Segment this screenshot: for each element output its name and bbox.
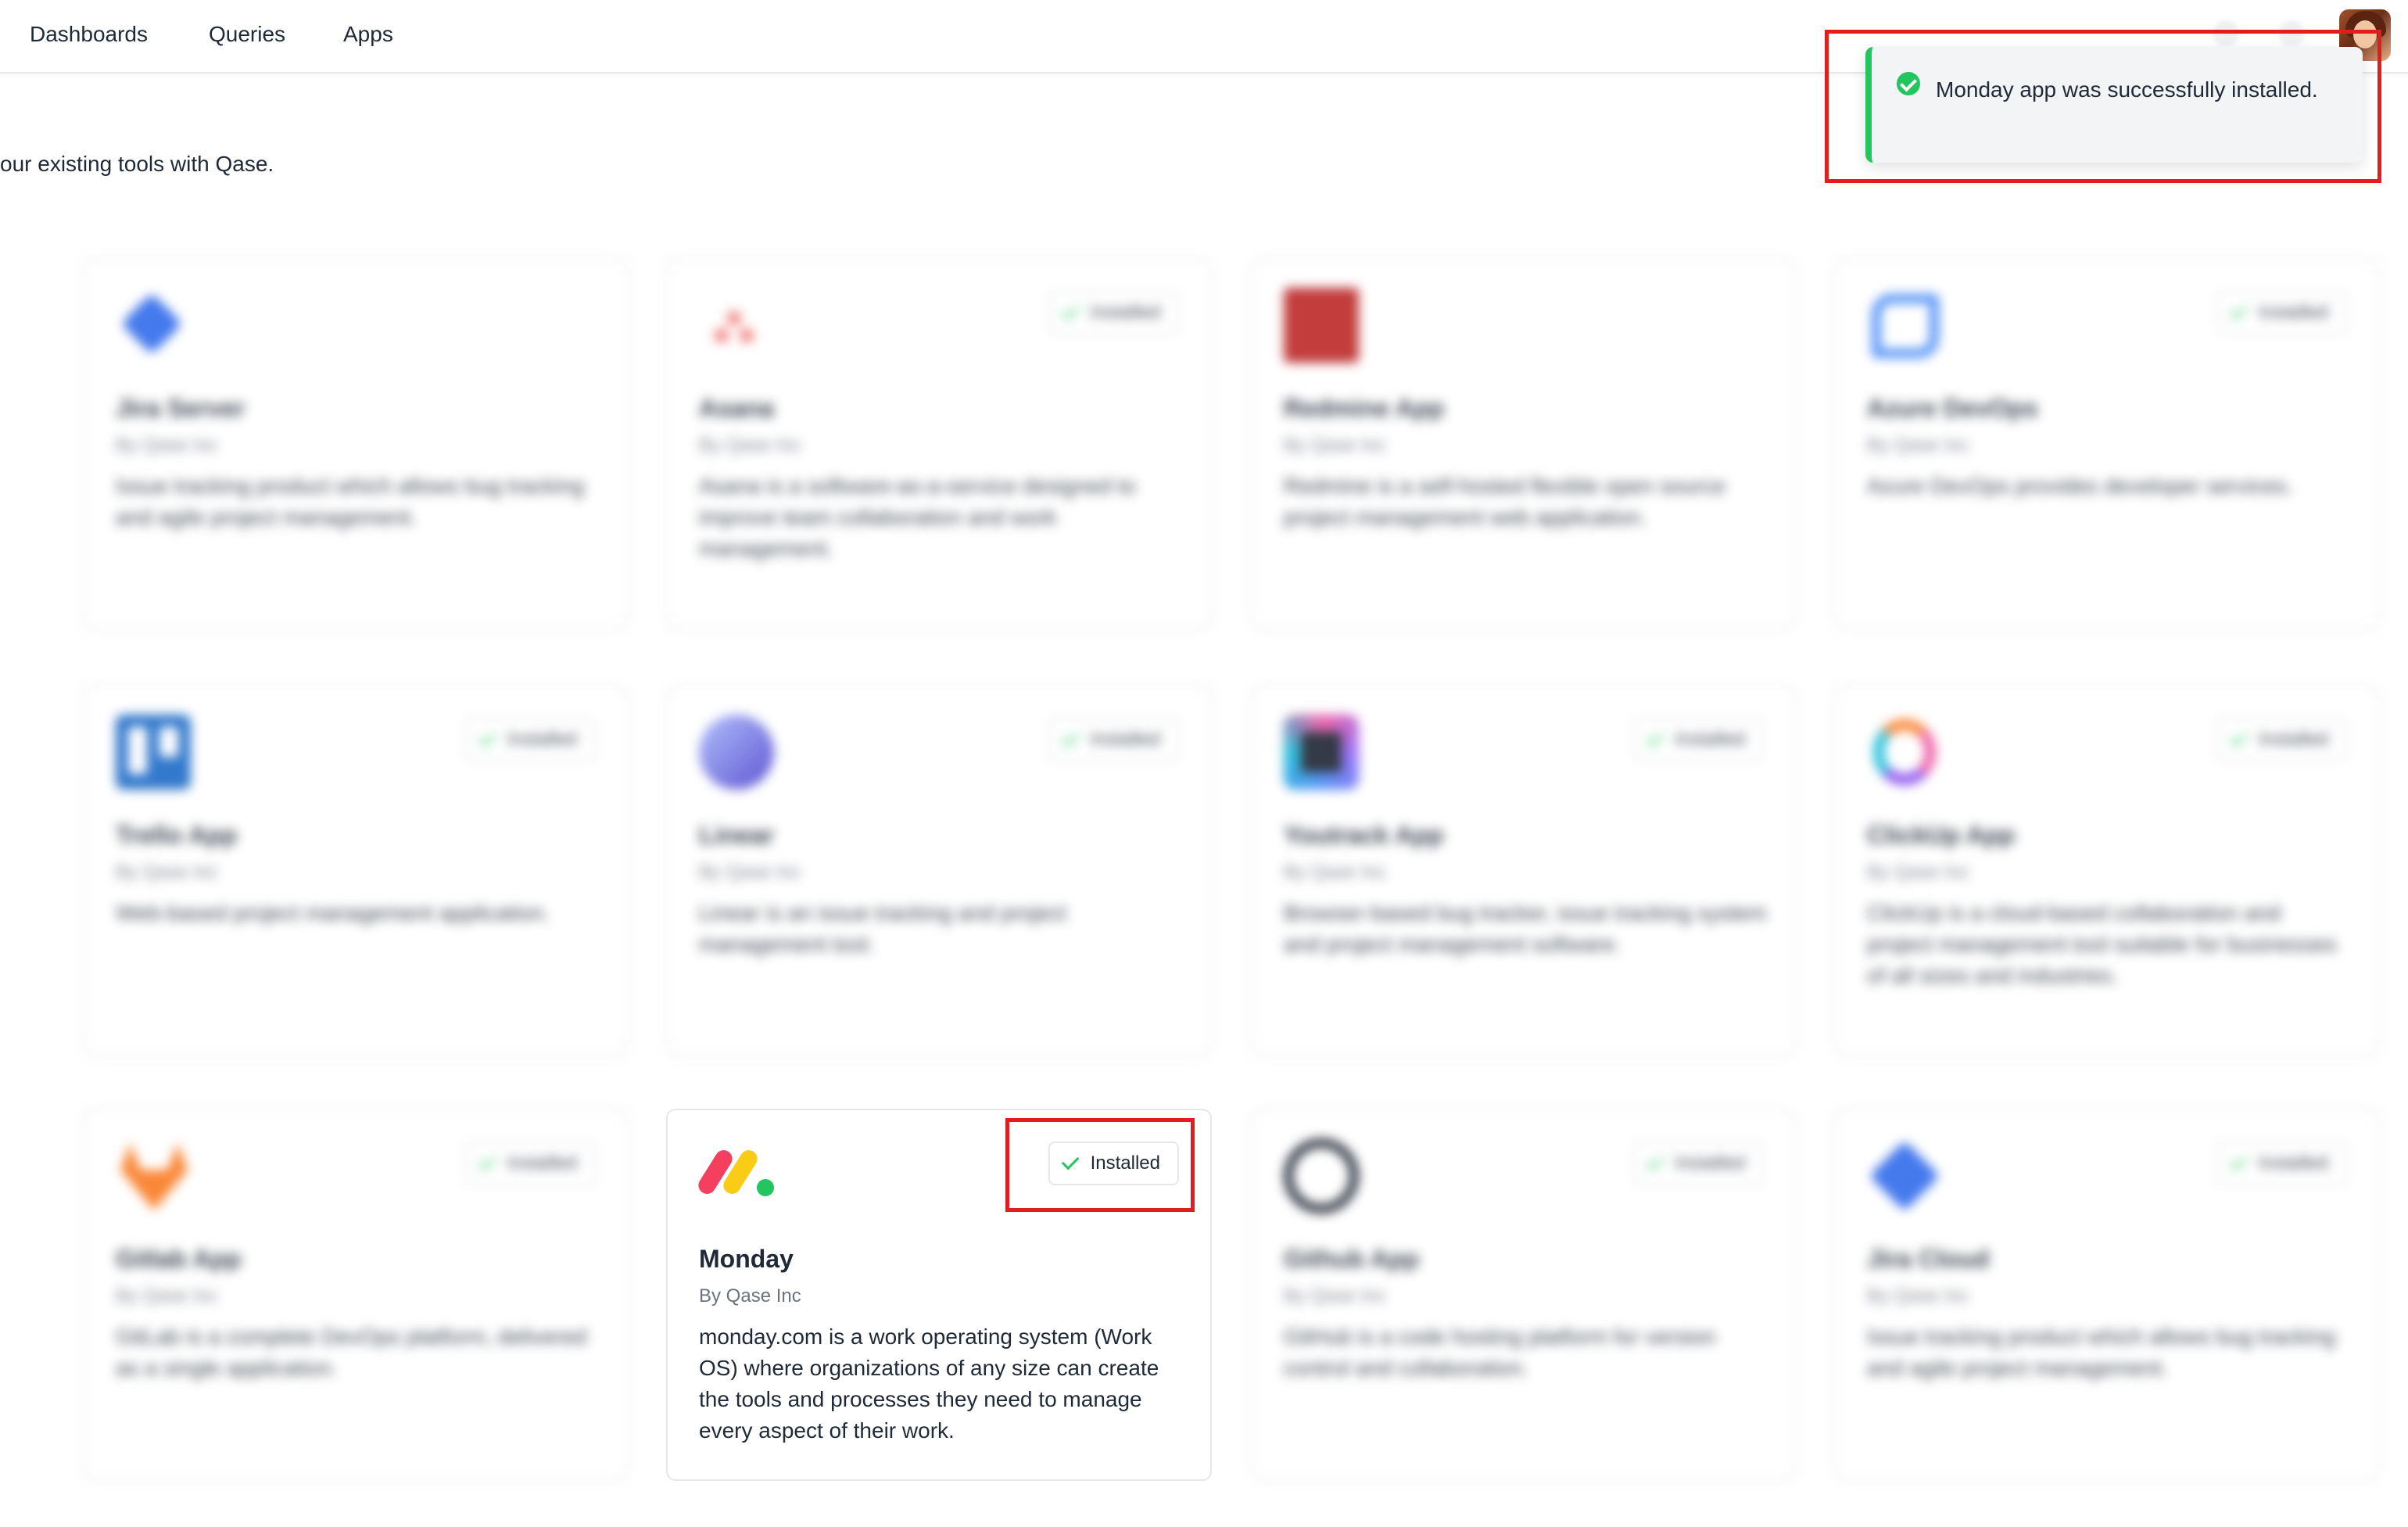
installed-badge: Installed [1632,1142,1764,1185]
installed-badge: Installed [1048,291,1179,335]
redmine-logo [1284,288,1362,366]
app-name: Redmine App [1284,394,1445,422]
app-card-linear[interactable]: Installed Linear By Qase Inc Linear is a… [666,685,1212,1057]
app-description: GitHub is a code hosting platform for ve… [1284,1324,1716,1380]
app-name: Trello App [116,821,238,849]
app-card-github[interactable]: Installed Github App By Qase Inc GitHub … [1251,1109,1797,1481]
app-description: Azure DevOps provides developer services… [1867,474,2293,498]
app-publisher: By Qase Inc [1867,862,1969,883]
app-name: Github App [1284,1245,1419,1273]
app-name: Jira Cloud [1867,1245,1990,1273]
app-publisher: By Qase Inc [116,435,218,456]
app-publisher: By Qase Inc [1284,1285,1386,1307]
app-publisher: By Qase Inc [116,1285,218,1307]
app-publisher: By Qase Inc [1284,435,1386,456]
app-publisher: By Qase Inc [1867,1285,1969,1307]
highlight-box-installed [1005,1118,1195,1212]
app-card-gitlab[interactable]: Installed Gitlab App By Qase Inc GitLab … [83,1109,629,1481]
jira-cloud-logo [1867,1138,1945,1217]
app-card-trello[interactable]: Installed Trello App By Qase Inc Web-bas… [83,685,629,1057]
github-logo [1284,1138,1362,1217]
app-name: Azure DevOps [1867,394,2038,422]
youtrack-logo [1284,715,1362,793]
asana-logo [699,288,777,366]
app-description: Browser-based bug tracker, issue trackin… [1284,901,1767,956]
installed-badge: Installed [2216,718,2347,762]
installed-badge: Installed [2216,1142,2347,1185]
check-icon [2229,728,2247,747]
installed-badge: Installed [2216,291,2347,335]
app-description: monday.com is a work operating system (W… [699,1324,1159,1443]
app-name: ClickUp App [1867,821,2016,849]
check-icon [478,728,496,747]
app-description: ClickUp is a cloud-based collaboration a… [1867,901,2337,988]
app-name: Gitlab App [116,1245,242,1273]
app-description: Asana is a software-as-a-service designe… [699,474,1136,561]
app-publisher: By Qase Inc [1867,435,1969,456]
nav-apps[interactable]: Apps [343,22,393,47]
monday-logo [695,1138,777,1217]
app-description: Web-based project management application… [116,901,550,925]
app-card-redmine[interactable]: Redmine App By Qase Inc Redmine is a sel… [1251,258,1797,630]
app-publisher: By Qase Inc [699,1285,801,1307]
check-icon [478,1152,496,1170]
app-publisher: By Qase Inc [116,862,218,883]
app-description: GitLab is a complete DevOps platform, de… [116,1324,587,1380]
nav-queries[interactable]: Queries [209,22,285,47]
app-publisher: By Qase Inc [699,862,801,883]
app-description: Linear is an issue tracking and project … [699,901,1067,956]
app-card-clickup[interactable]: Installed ClickUp App By Qase Inc ClickU… [1834,685,2380,1057]
page-subtitle: our existing tools with Qase. [0,152,274,176]
app-publisher: By Qase Inc [1284,862,1386,883]
check-icon [1061,301,1079,320]
nav-dashboards[interactable]: Dashboards [30,22,148,47]
app-description: Issue tracking product which allows bug … [1867,1324,2336,1380]
app-description: Redmine is a self-hosted flexible open s… [1284,474,1725,529]
check-icon [2229,301,2247,320]
installed-badge: Installed [464,1142,596,1185]
clickup-logo [1867,715,1945,793]
installed-badge: Installed [1632,718,1764,762]
azure-devops-logo [1867,288,1945,366]
installed-badge: Installed [464,718,596,762]
check-icon [1061,728,1079,747]
app-name: Linear [699,821,775,849]
app-card-azure-devops[interactable]: Installed Azure DevOps By Qase Inc Azure… [1834,258,2380,630]
gitlab-logo [116,1138,194,1217]
trello-logo [116,715,194,793]
app-description: Issue tracking product which allows bug … [116,474,585,529]
app-card-jira-cloud[interactable]: Installed Jira Cloud By Qase Inc Issue t… [1834,1109,2380,1481]
app-name: Youtrack App [1284,821,1444,849]
app-card-jira-server[interactable]: Jira Server By Qase Inc Issue tracking p… [83,258,629,630]
app-name: Jira Server [116,394,245,422]
check-icon [2229,1152,2247,1170]
highlight-box-toast [1825,30,2381,183]
app-publisher: By Qase Inc [699,435,801,456]
check-icon [1646,1152,1664,1170]
app-name: Monday [699,1245,794,1273]
check-icon [1646,728,1664,747]
app-card-youtrack[interactable]: Installed Youtrack App By Qase Inc Brows… [1251,685,1797,1057]
installed-badge: Installed [1048,718,1179,762]
linear-logo [699,715,777,793]
app-name: Asana [699,394,775,422]
jira-server-logo [116,288,194,366]
app-card-asana[interactable]: Installed Asana By Qase Inc Asana is a s… [666,258,1212,630]
